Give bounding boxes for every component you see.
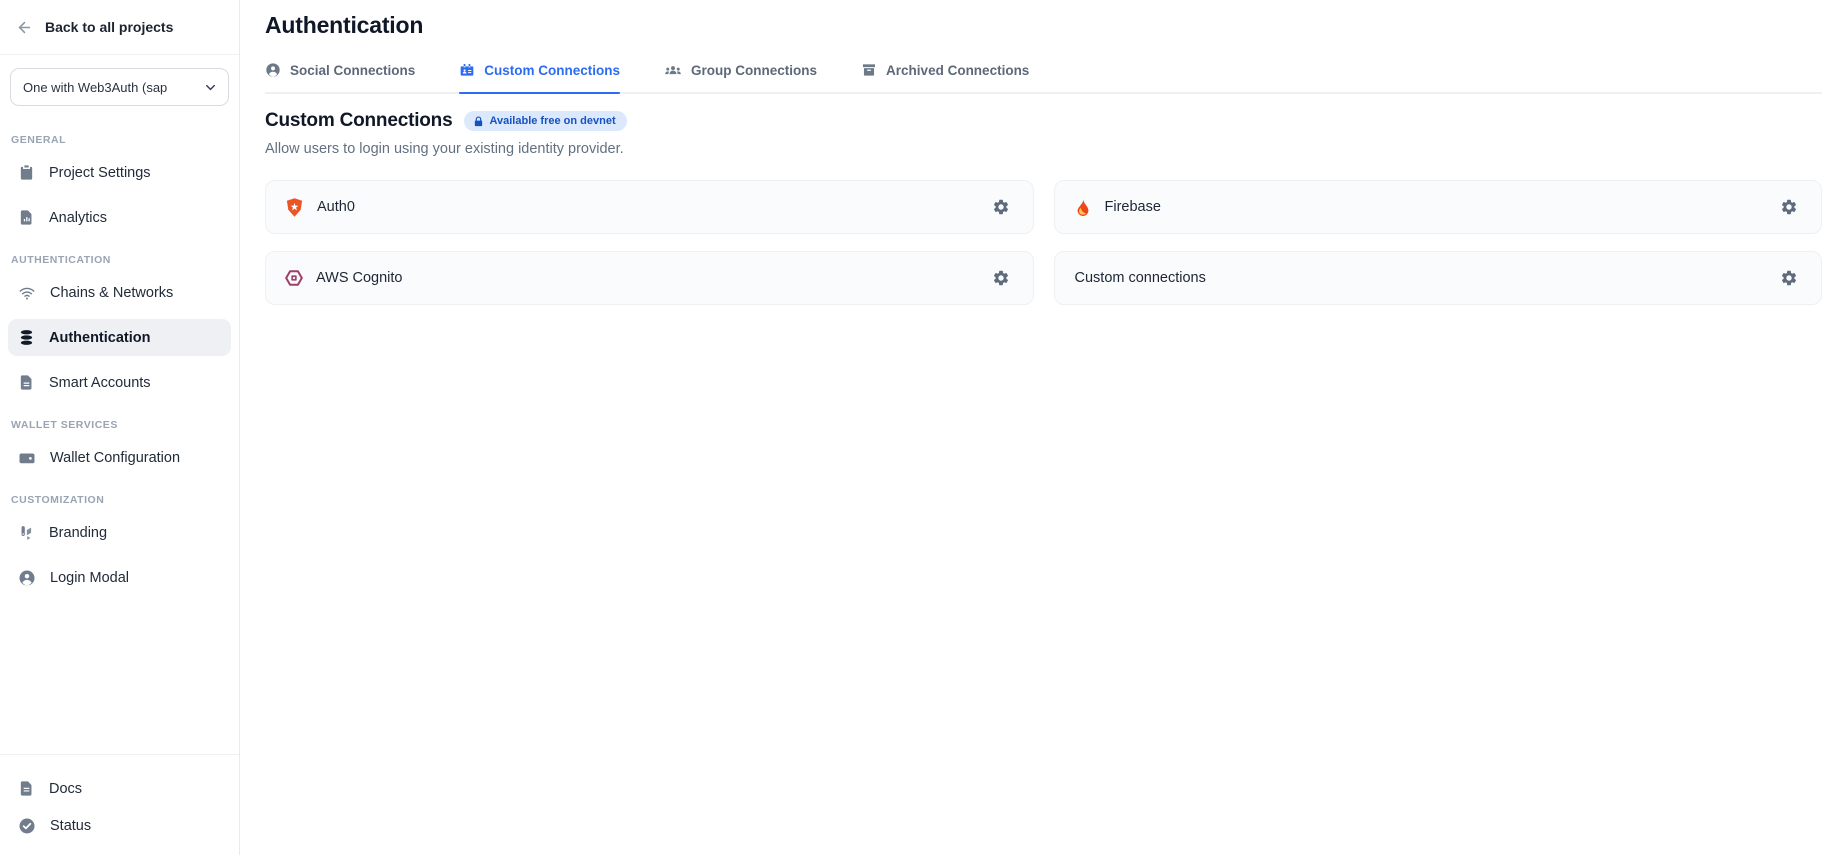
settings-gear-icon[interactable]: [987, 193, 1015, 221]
project-selector-value: One with Web3Auth (sap: [23, 80, 167, 95]
card-auth0[interactable]: Auth0: [265, 180, 1034, 234]
firebase-logo: [1073, 197, 1093, 218]
sidebar-item-smart-accounts[interactable]: Smart Accounts: [8, 364, 231, 401]
card-firebase[interactable]: Firebase: [1054, 180, 1823, 234]
section-label-wallet-services: Wallet Services: [11, 419, 231, 431]
sidebar-item-label: Project Settings: [49, 165, 151, 181]
auth0-logo: [284, 197, 305, 218]
sidebar-item-docs[interactable]: Docs: [8, 771, 231, 806]
branding-brush-icon: [18, 524, 35, 541]
user-circle-icon: [18, 569, 36, 587]
tab-label: Archived Connections: [886, 63, 1029, 78]
sidebar-item-label: Chains & Networks: [50, 285, 173, 301]
person-circle-icon: [265, 62, 281, 78]
tab-custom-connections[interactable]: Custom Connections: [459, 61, 620, 92]
sidebar-item-label: Smart Accounts: [49, 375, 151, 391]
connection-cards-grid: Auth0 Firebase AWS Cognito Custom: [265, 180, 1822, 305]
lock-icon: [473, 116, 484, 127]
sidebar-item-label: Wallet Configuration: [50, 450, 180, 466]
card-aws-cognito[interactable]: AWS Cognito: [265, 251, 1034, 305]
sidebar-item-analytics[interactable]: Analytics: [8, 199, 231, 236]
analytics-icon: [18, 209, 35, 226]
settings-gear-icon[interactable]: [1775, 193, 1803, 221]
wallet-icon: [18, 449, 36, 467]
sidebar-item-status[interactable]: Status: [8, 808, 231, 843]
section-description: Allow users to login using your existing…: [265, 141, 1822, 157]
settings-gear-icon[interactable]: [1775, 264, 1803, 292]
card-label: Firebase: [1105, 199, 1776, 215]
archive-icon: [861, 62, 877, 78]
clipboard-icon: [18, 164, 35, 181]
project-selector-dropdown[interactable]: One with Web3Auth (sap: [10, 68, 229, 106]
sidebar-item-label: Login Modal: [50, 570, 129, 586]
sidebar-item-label: Docs: [49, 781, 82, 797]
page-title: Authentication: [265, 12, 1822, 39]
tab-archived-connections[interactable]: Archived Connections: [861, 61, 1029, 92]
sidebar-item-wallet-configuration[interactable]: Wallet Configuration: [8, 439, 231, 476]
card-label: AWS Cognito: [316, 270, 987, 286]
sidebar-item-label: Authentication: [49, 330, 151, 346]
section-label-authentication: Authentication: [11, 254, 231, 266]
back-to-projects-link[interactable]: Back to all projects: [0, 0, 239, 55]
tab-group-connections[interactable]: Group Connections: [664, 61, 817, 92]
network-wifi-icon: [18, 284, 36, 302]
sidebar-item-authentication[interactable]: Authentication: [8, 319, 231, 356]
tab-label: Social Connections: [290, 63, 415, 78]
sidebar-item-login-modal[interactable]: Login Modal: [8, 559, 231, 596]
sidebar-nav: General Project Settings Analytics Authe…: [0, 112, 239, 754]
back-arrow-icon: [16, 19, 33, 36]
sidebar-item-branding[interactable]: Branding: [8, 514, 231, 551]
back-link-label: Back to all projects: [45, 19, 173, 35]
section-label-general: General: [11, 134, 231, 146]
aws-cognito-logo: [284, 268, 304, 288]
card-custom-connections[interactable]: Custom connections: [1054, 251, 1823, 305]
sidebar-item-chains-networks[interactable]: Chains & Networks: [8, 274, 231, 311]
tab-bar: Social Connections Custom Connections Gr…: [265, 61, 1822, 94]
devnet-badge: Available free on devnet: [464, 111, 626, 131]
main-content: Authentication Social Connections Custom…: [240, 0, 1840, 855]
sidebar: Back to all projects One with Web3Auth (…: [0, 0, 240, 855]
groups-icon: [664, 61, 682, 79]
database-icon: [18, 329, 35, 346]
section-heading: Custom Connections: [265, 110, 452, 132]
card-label: Auth0: [317, 199, 987, 215]
sidebar-item-project-settings[interactable]: Project Settings: [8, 154, 231, 191]
tab-social-connections[interactable]: Social Connections: [265, 61, 415, 92]
document-icon: [18, 780, 35, 797]
check-circle-icon: [18, 817, 36, 835]
section-heading-row: Custom Connections Available free on dev…: [265, 110, 1822, 132]
sidebar-item-label: Status: [50, 818, 91, 834]
sidebar-item-label: Branding: [49, 525, 107, 541]
sidebar-footer: Docs Status: [0, 754, 239, 855]
settings-gear-icon[interactable]: [987, 264, 1015, 292]
section-label-customization: Customization: [11, 494, 231, 506]
card-label: Custom connections: [1075, 270, 1776, 286]
id-badge-icon: [459, 62, 475, 78]
file-icon: [18, 374, 35, 391]
tab-label: Group Connections: [691, 63, 817, 78]
chevron-down-icon: [203, 80, 218, 95]
sidebar-item-label: Analytics: [49, 210, 107, 226]
devnet-badge-label: Available free on devnet: [489, 115, 615, 127]
tab-label: Custom Connections: [484, 63, 620, 78]
